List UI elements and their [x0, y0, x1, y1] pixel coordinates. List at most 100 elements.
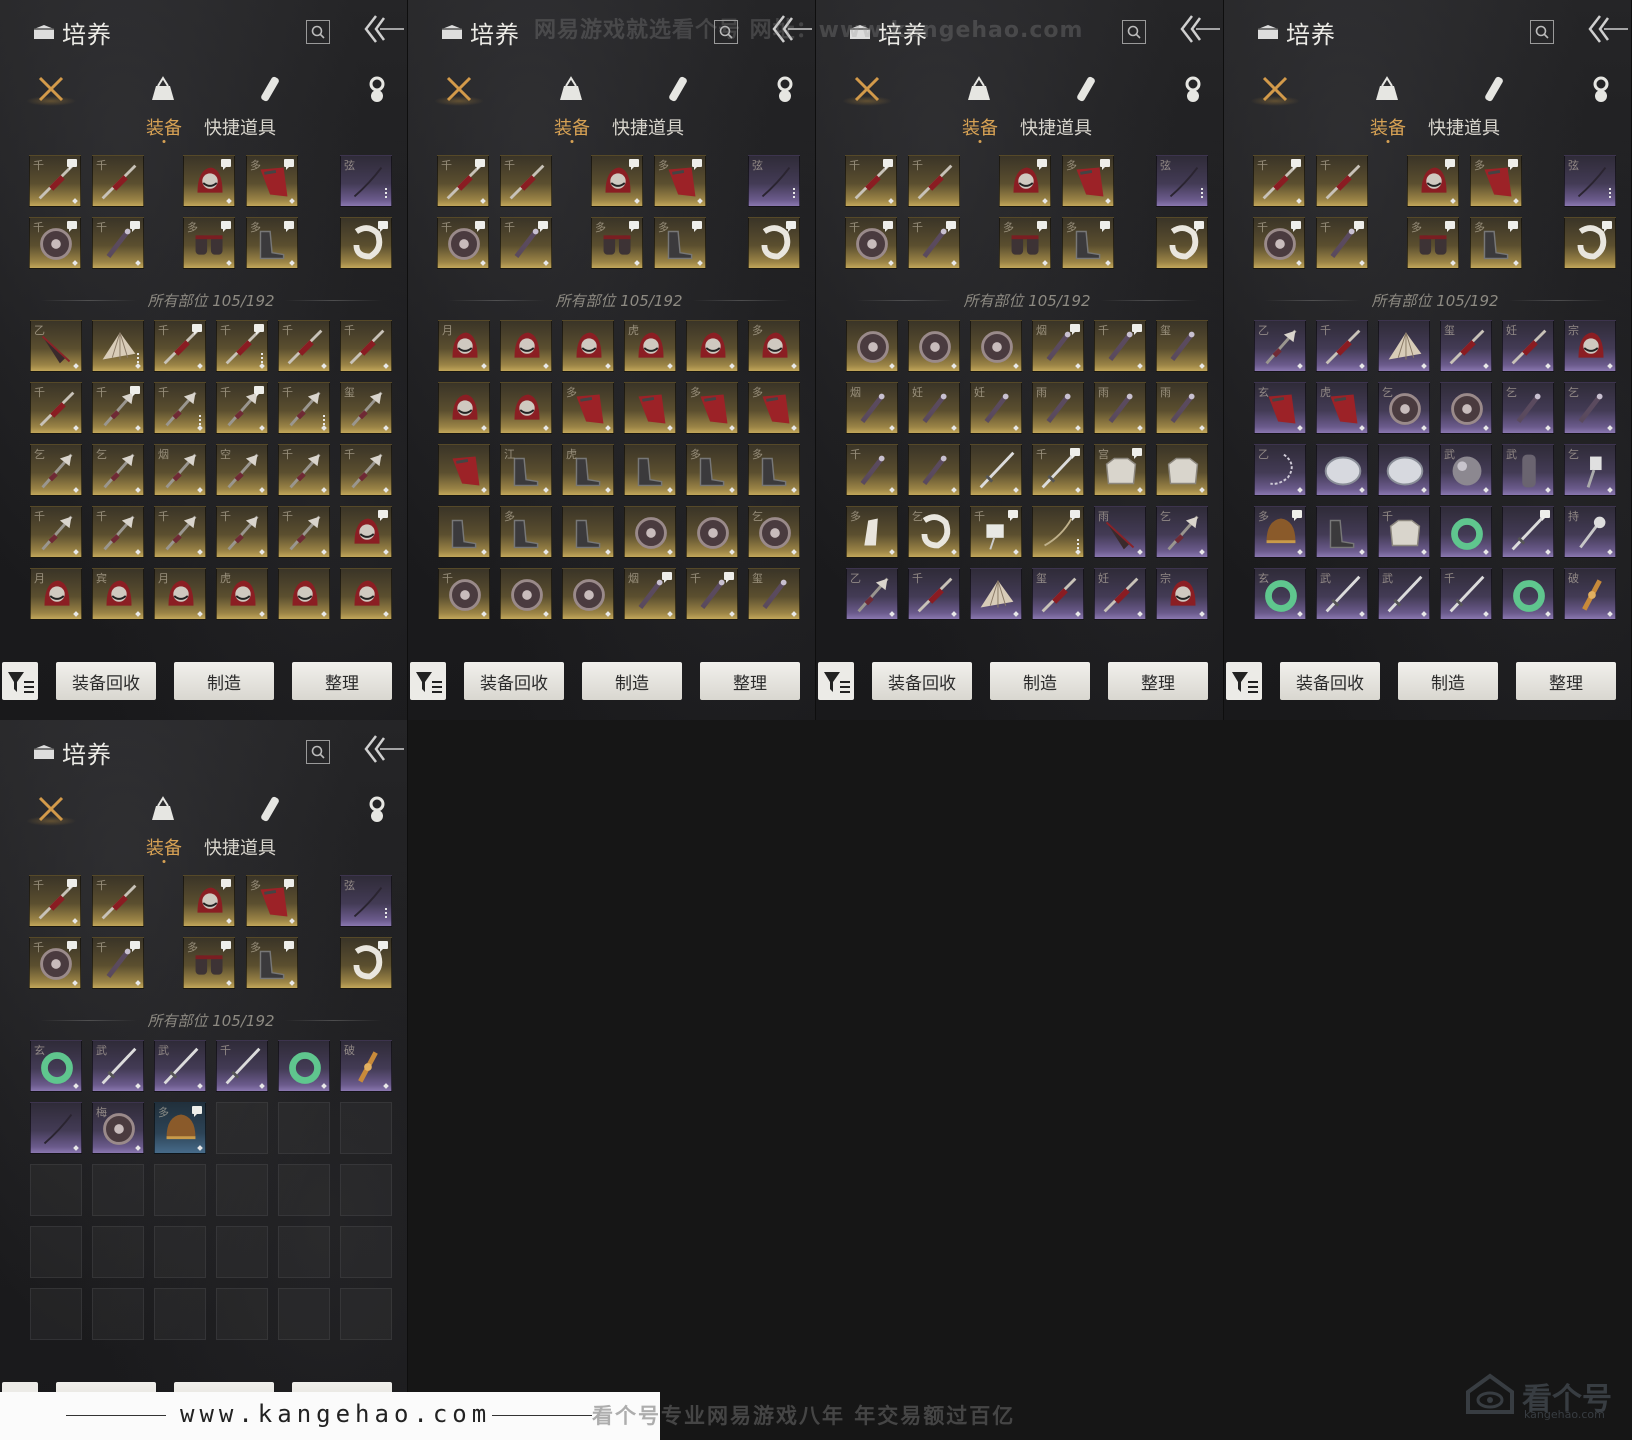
- inventory-slot[interactable]: [438, 444, 490, 496]
- inventory-slot[interactable]: 千: [92, 382, 144, 434]
- inventory-slot[interactable]: [1032, 506, 1084, 558]
- inventory-slot[interactable]: 千: [1316, 320, 1368, 372]
- inventory-slot[interactable]: 妊: [970, 382, 1022, 434]
- inventory-slot[interactable]: [1378, 320, 1430, 372]
- equipped-slot[interactable]: 千: [437, 155, 489, 207]
- inventory-slot[interactable]: 多: [562, 382, 614, 434]
- equipped-slot[interactable]: 多: [1062, 155, 1114, 207]
- inventory-slot[interactable]: [92, 320, 144, 372]
- equipped-slot[interactable]: 千: [845, 217, 897, 269]
- equipped-slot[interactable]: 千: [92, 937, 144, 989]
- inventory-slot[interactable]: 空: [216, 444, 268, 496]
- equipped-slot[interactable]: [1156, 217, 1208, 269]
- sort-button[interactable]: 整理: [700, 662, 800, 700]
- inventory-slot[interactable]: 乞: [1564, 444, 1616, 496]
- tab-weapons[interactable]: [26, 70, 76, 108]
- inventory-slot[interactable]: 月: [154, 568, 206, 620]
- inventory-slot[interactable]: 玄: [1254, 382, 1306, 434]
- inventory-slot[interactable]: 武: [154, 1040, 206, 1092]
- inventory-slot[interactable]: 千: [216, 506, 268, 558]
- inventory-slot[interactable]: [1156, 444, 1208, 496]
- inventory-slot[interactable]: 千: [846, 444, 898, 496]
- inventory-slot[interactable]: 千: [278, 506, 330, 558]
- inventory-slot[interactable]: 千: [216, 320, 268, 372]
- equipped-slot[interactable]: [183, 875, 235, 927]
- inventory-slot[interactable]: 多: [1254, 506, 1306, 558]
- inventory-slot[interactable]: 乞: [1502, 382, 1554, 434]
- inventory-slot[interactable]: 梅: [92, 1102, 144, 1154]
- equipped-slot[interactable]: [999, 155, 1051, 207]
- inventory-slot[interactable]: 乞: [1378, 382, 1430, 434]
- inventory-slot[interactable]: 宗: [1156, 568, 1208, 620]
- tab-scroll[interactable]: [250, 790, 288, 828]
- inventory-slot[interactable]: 多: [686, 444, 738, 496]
- inventory-slot[interactable]: 玺: [340, 382, 392, 434]
- inventory-slot[interactable]: 玺: [748, 568, 800, 620]
- equipped-slot[interactable]: [591, 155, 643, 207]
- equipped-slot[interactable]: 千: [1253, 217, 1305, 269]
- equipped-slot[interactable]: [340, 217, 392, 269]
- inventory-slot[interactable]: 武: [1440, 444, 1492, 496]
- tab-accessory[interactable]: [358, 70, 396, 108]
- inventory-slot[interactable]: 虎: [562, 444, 614, 496]
- equipped-slot[interactable]: 弦: [340, 875, 392, 927]
- sort-button[interactable]: 整理: [1516, 662, 1616, 700]
- tab-weapons[interactable]: [1250, 70, 1300, 108]
- inventory-slot[interactable]: [908, 444, 960, 496]
- recycle-button[interactable]: 装备回收: [872, 662, 972, 700]
- recycle-button[interactable]: 装备回收: [464, 662, 564, 700]
- tab-pouch[interactable]: [144, 70, 182, 108]
- equipped-slot[interactable]: 千: [500, 155, 552, 207]
- inventory-slot[interactable]: 月: [438, 320, 490, 372]
- collapse-button[interactable]: [1178, 12, 1222, 46]
- equipped-slot[interactable]: [1564, 217, 1616, 269]
- equipped-slot[interactable]: 千: [29, 875, 81, 927]
- empty-slot[interactable]: [154, 1164, 206, 1216]
- equipped-slot[interactable]: 多: [183, 217, 235, 269]
- inventory-slot[interactable]: 千: [686, 568, 738, 620]
- craft-button[interactable]: 制造: [582, 662, 682, 700]
- craft-button[interactable]: 制造: [174, 662, 274, 700]
- inventory-slot[interactable]: [1378, 444, 1430, 496]
- equipped-slot[interactable]: [340, 937, 392, 989]
- tab-weapons[interactable]: [434, 70, 484, 108]
- inventory-slot[interactable]: [500, 568, 552, 620]
- search-button[interactable]: [306, 740, 330, 764]
- inventory-slot[interactable]: [562, 568, 614, 620]
- subtab-equipment[interactable]: 装备: [146, 834, 182, 860]
- search-button[interactable]: [306, 20, 330, 44]
- inventory-slot[interactable]: 多: [846, 506, 898, 558]
- equipped-slot[interactable]: [1407, 155, 1459, 207]
- inventory-slot[interactable]: 玄: [30, 1040, 82, 1092]
- inventory-slot[interactable]: 千: [278, 320, 330, 372]
- inventory-slot[interactable]: 多: [500, 506, 552, 558]
- empty-slot[interactable]: [154, 1226, 206, 1278]
- inventory-slot[interactable]: 千: [438, 568, 490, 620]
- equipped-slot[interactable]: 多: [183, 937, 235, 989]
- inventory-slot[interactable]: [278, 568, 330, 620]
- inventory-slot[interactable]: 妊: [1502, 320, 1554, 372]
- empty-slot[interactable]: [216, 1226, 268, 1278]
- tab-pouch[interactable]: [1368, 70, 1406, 108]
- inventory-slot[interactable]: [438, 506, 490, 558]
- inventory-slot[interactable]: 烟: [1032, 320, 1084, 372]
- equipped-slot[interactable]: 多: [246, 937, 298, 989]
- equipped-slot[interactable]: 千: [908, 217, 960, 269]
- tab-accessory[interactable]: [358, 790, 396, 828]
- tab-scroll[interactable]: [1474, 70, 1512, 108]
- inventory-slot[interactable]: 千: [154, 506, 206, 558]
- filter-button[interactable]: [410, 662, 446, 700]
- empty-slot[interactable]: [278, 1288, 330, 1340]
- filter-button[interactable]: [1226, 662, 1262, 700]
- tab-weapons[interactable]: [842, 70, 892, 108]
- equipped-slot[interactable]: 弦: [1564, 155, 1616, 207]
- inventory-slot[interactable]: 乞: [30, 444, 82, 496]
- subtab-quick-items[interactable]: 快捷道具: [1020, 114, 1092, 140]
- inventory-slot[interactable]: [562, 320, 614, 372]
- inventory-slot[interactable]: 千: [154, 320, 206, 372]
- inventory-slot[interactable]: 千: [154, 382, 206, 434]
- inventory-slot[interactable]: 乞: [92, 444, 144, 496]
- inventory-slot[interactable]: 乙: [30, 320, 82, 372]
- inventory-slot[interactable]: 雨: [1032, 382, 1084, 434]
- inventory-slot[interactable]: [624, 382, 676, 434]
